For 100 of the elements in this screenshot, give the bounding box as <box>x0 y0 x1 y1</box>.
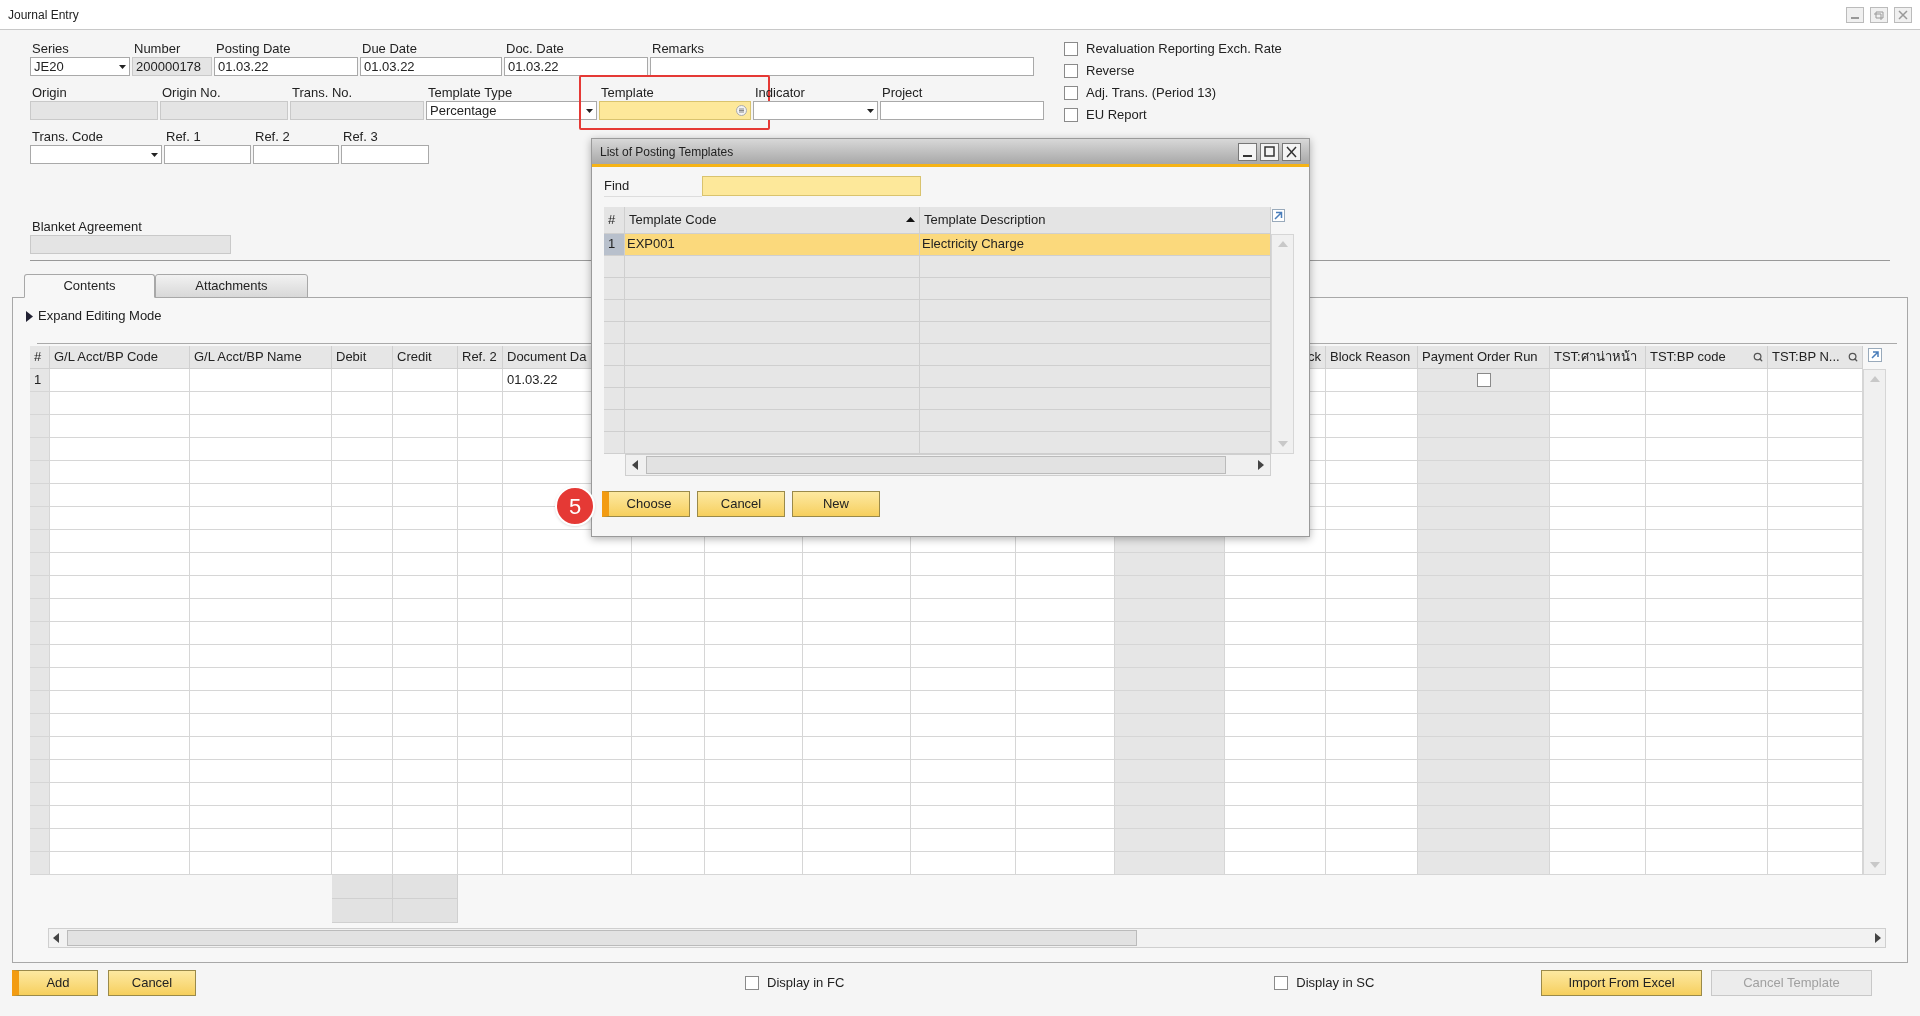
horizontal-scrollbar[interactable] <box>625 453 1271 476</box>
scroll-down-arrow-icon[interactable] <box>1869 862 1880 868</box>
table-cell <box>393 622 458 645</box>
tab[interactable]: Contents <box>24 274 155 298</box>
table-cell <box>332 392 393 415</box>
search-icon[interactable] <box>1753 352 1763 362</box>
cancel-button[interactable]: Cancel <box>108 970 196 996</box>
field-label: Blanket Agreement <box>31 218 143 235</box>
scroll-thumb[interactable] <box>646 455 1226 474</box>
table-cell <box>332 576 393 599</box>
input-field[interactable] <box>164 145 251 164</box>
scroll-left-arrow-icon[interactable] <box>53 933 59 943</box>
tab[interactable]: Attachments <box>155 274 308 298</box>
horizontal-scrollbar[interactable] <box>48 928 1886 948</box>
dropdown-field[interactable] <box>30 145 162 164</box>
scroll-up-arrow-icon[interactable] <box>1869 376 1880 382</box>
checkbox[interactable] <box>1064 63 1078 78</box>
input-field[interactable]: 01.03.22 <box>504 57 648 76</box>
dropdown-field[interactable]: JE20 <box>30 57 130 76</box>
cancel-button[interactable]: Cancel <box>697 490 785 517</box>
choose-button[interactable]: Choose <box>602 490 690 517</box>
restore-icon[interactable] <box>1870 6 1888 23</box>
column-header[interactable]: Template Description <box>920 206 1271 234</box>
table-cell <box>332 415 393 438</box>
dropdown-field[interactable]: Percentage <box>426 101 597 120</box>
input-field[interactable] <box>599 101 751 120</box>
table-cell <box>458 852 503 875</box>
column-header[interactable]: Credit <box>393 346 458 369</box>
scroll-left-arrow-icon[interactable] <box>632 459 638 470</box>
input-field[interactable] <box>30 235 231 254</box>
table-cell <box>393 369 458 392</box>
row-number <box>30 415 50 438</box>
vertical-scrollbar[interactable] <box>1863 369 1886 875</box>
maximize-icon[interactable] <box>1260 142 1279 161</box>
row-number <box>604 365 625 388</box>
checkbox[interactable] <box>1064 107 1078 122</box>
input-field[interactable] <box>160 101 288 120</box>
add-button[interactable]: Add <box>12 970 98 996</box>
expand-icon[interactable] <box>1272 208 1285 222</box>
column-header[interactable]: Ref. 2 <box>458 346 503 369</box>
checkbox[interactable] <box>1064 85 1078 100</box>
import-button[interactable]: Import From Excel <box>1541 970 1702 996</box>
expand-icon[interactable] <box>1868 348 1882 362</box>
table-cell <box>393 760 458 783</box>
table-cell <box>393 484 458 507</box>
column-header[interactable]: # <box>604 206 625 234</box>
scroll-right-arrow-icon[interactable] <box>1258 459 1264 470</box>
column-header[interactable]: TST:ศาน่าหน้า <box>1550 346 1646 369</box>
column-header[interactable]: Block Reason <box>1326 346 1418 369</box>
checkbox[interactable] <box>745 976 759 990</box>
column-header[interactable]: Template Code <box>625 206 920 234</box>
field-label: Due Date <box>361 40 418 57</box>
input-field[interactable] <box>30 101 158 120</box>
checkbox[interactable] <box>1064 41 1078 56</box>
checkbox[interactable] <box>1274 976 1289 990</box>
table-cell <box>393 668 458 691</box>
input-field[interactable] <box>880 101 1044 120</box>
search-icon[interactable] <box>1848 352 1858 362</box>
input-field[interactable] <box>650 57 1034 76</box>
row-number <box>30 737 50 760</box>
input-field[interactable] <box>253 145 339 164</box>
column-header[interactable]: TST:BP N... <box>1768 346 1863 369</box>
column-header[interactable]: # <box>30 346 50 369</box>
vertical-scrollbar[interactable] <box>1271 233 1294 454</box>
input-field[interactable]: 01.03.22 <box>360 57 502 76</box>
checkbox[interactable] <box>1476 373 1491 387</box>
close-icon[interactable] <box>1282 142 1301 161</box>
table-cell: Electricity Charge <box>920 233 1271 256</box>
table-cell <box>332 829 393 852</box>
checkbox-label: Display in FC <box>767 974 845 993</box>
find-field[interactable] <box>702 176 921 197</box>
table-cell <box>393 599 458 622</box>
column-header[interactable]: Debit <box>332 346 393 369</box>
table-cell <box>393 553 458 576</box>
input-field[interactable]: 200000178 <box>132 57 212 76</box>
column-header[interactable]: G/L Acct/BP Name <box>190 346 332 369</box>
template-row[interactable]: 1 EXP001 Electricity Charge <box>604 233 1271 256</box>
row-number <box>30 852 50 875</box>
dropdown-field[interactable] <box>753 101 878 120</box>
field-label: Origin No. <box>161 84 222 101</box>
new-button[interactable]: New <box>792 490 880 517</box>
column-header[interactable]: G/L Acct/BP Code <box>50 346 190 369</box>
input-field[interactable]: 01.03.22 <box>214 57 358 76</box>
input-field[interactable] <box>341 145 429 164</box>
field-label: Remarks <box>651 40 705 57</box>
column-header[interactable]: TST:BP code <box>1646 346 1768 369</box>
scroll-thumb[interactable] <box>67 930 1137 946</box>
minimize-icon[interactable] <box>1238 142 1257 161</box>
table-cell <box>332 783 393 806</box>
dropdown-arrow-icon <box>586 108 593 113</box>
scroll-right-arrow-icon[interactable] <box>1875 933 1881 943</box>
scroll-down-arrow-icon[interactable] <box>1277 440 1288 447</box>
scroll-up-arrow-icon[interactable] <box>1277 240 1288 247</box>
table-cell <box>393 645 458 668</box>
input-field[interactable] <box>290 101 424 120</box>
expand-toggle[interactable]: Expand Editing Mode <box>26 307 162 325</box>
row-number <box>604 321 625 344</box>
column-header[interactable]: Payment Order Run <box>1418 346 1550 369</box>
table-cell <box>393 530 458 553</box>
row-number: 1 <box>604 233 625 256</box>
